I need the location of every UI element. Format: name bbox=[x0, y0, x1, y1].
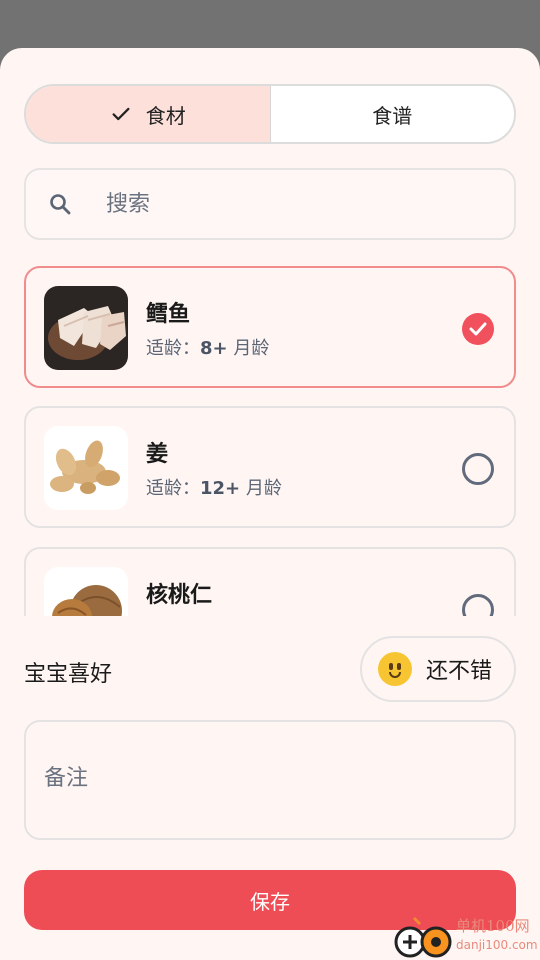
search-input[interactable] bbox=[106, 191, 466, 217]
search-icon bbox=[50, 194, 71, 215]
check-icon bbox=[112, 107, 130, 121]
ingredient-age: 适龄：8+ 月龄 bbox=[146, 338, 270, 359]
cod-image bbox=[44, 286, 128, 370]
ingredient-name: 核桃仁 bbox=[146, 583, 213, 608]
search-box[interactable] bbox=[24, 168, 516, 240]
watermark: 单机100网 danji100.com bbox=[390, 914, 540, 960]
ingredient-card-walnut[interactable]: 核桃仁 bbox=[24, 547, 516, 616]
radio-unchecked-icon[interactable] bbox=[462, 453, 494, 485]
tab-label: 食材 bbox=[145, 103, 186, 128]
preference-label: 宝宝喜好 bbox=[24, 662, 113, 687]
ingredient-name: 姜 bbox=[146, 442, 169, 467]
ingredient-name: 鳕鱼 bbox=[146, 302, 191, 327]
ingredient-card-cod[interactable]: 鳕鱼 适龄：8+ 月龄 bbox=[24, 266, 516, 388]
ingredient-age: 适龄：12+ 月龄 bbox=[146, 478, 282, 499]
ingredient-list: 鳕鱼 适龄：8+ 月龄 姜 适龄：12+ 月龄 核桃仁 bbox=[24, 266, 516, 616]
tab-recipes[interactable]: 食谱 bbox=[271, 86, 515, 142]
tab-label: 食谱 bbox=[372, 103, 413, 128]
bottom-sheet: 食材 食谱 鳕鱼 bbox=[0, 48, 540, 960]
radio-unchecked-icon[interactable] bbox=[462, 594, 494, 616]
watermark-url: danji100.com bbox=[456, 938, 538, 952]
notes-box[interactable] bbox=[24, 720, 516, 840]
walnut-image bbox=[44, 567, 128, 616]
checked-circle-icon[interactable] bbox=[462, 313, 494, 345]
ingredient-card-ginger[interactable]: 姜 适龄：12+ 月龄 bbox=[24, 406, 516, 528]
smiley-face-icon bbox=[378, 652, 412, 686]
tab-ingredients[interactable]: 食材 bbox=[26, 86, 271, 142]
preference-chip[interactable]: 还不错 bbox=[360, 636, 516, 702]
notes-field[interactable] bbox=[44, 766, 484, 791]
tab-switcher: 食材 食谱 bbox=[24, 84, 516, 144]
preference-value: 还不错 bbox=[426, 659, 493, 684]
ginger-image bbox=[44, 426, 128, 510]
watermark-logo-icon bbox=[394, 916, 452, 958]
watermark-brand: 单机100网 bbox=[456, 917, 530, 935]
